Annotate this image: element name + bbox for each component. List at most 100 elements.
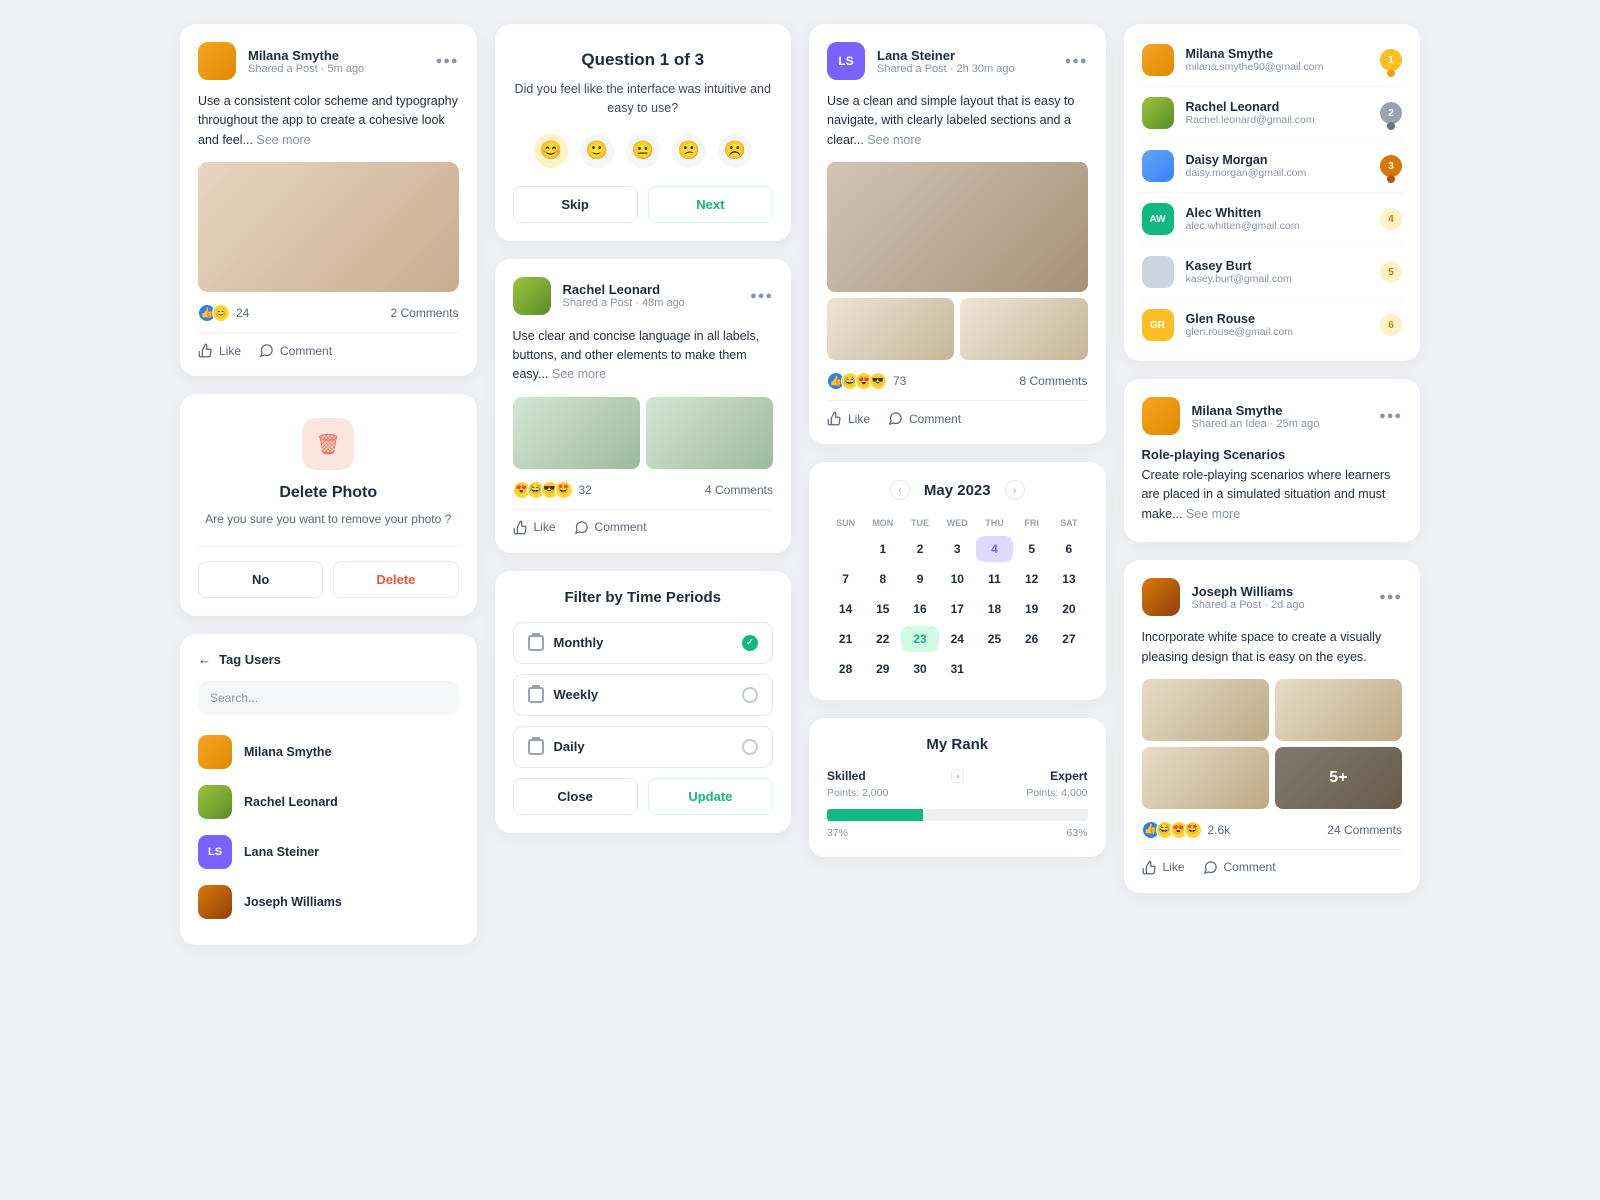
update-button[interactable]: Update [648, 778, 773, 815]
leaderboard-row[interactable]: Milana Smythemilana.smythe90@gmail.com 1 [1142, 34, 1403, 87]
calendar-day[interactable]: 16 [901, 596, 938, 622]
calendar-day[interactable]: 2 [901, 536, 938, 562]
user-row[interactable]: LSLana Steiner [198, 827, 459, 877]
reactions[interactable]: 😍😂😎🤩32 [513, 481, 592, 499]
calendar-day[interactable]: 3 [939, 536, 976, 562]
no-button[interactable]: No [198, 561, 323, 598]
calendar-day[interactable]: 21 [827, 626, 864, 652]
comment-count[interactable]: 8 Comments [1019, 374, 1087, 388]
post-image[interactable] [1142, 747, 1269, 809]
emoji-neutral[interactable]: 😐 [626, 134, 660, 168]
calendar-day[interactable]: 22 [864, 626, 901, 652]
back-icon[interactable]: ← [198, 652, 211, 667]
post-image[interactable] [513, 397, 640, 469]
calendar-day[interactable]: 4 [976, 536, 1013, 562]
leaderboard-row[interactable]: AW Alec Whittenalec.whitten@gmail.com 4 [1142, 193, 1403, 246]
leaderboard-row[interactable]: GR Glen Rouseglen.rouse@gmail.com 6 [1142, 299, 1403, 351]
calendar-day[interactable]: 7 [827, 566, 864, 592]
see-more[interactable]: See more [256, 133, 310, 147]
calendar-day[interactable]: 5 [1013, 536, 1050, 562]
leaderboard-row[interactable]: Rachel LeonardRachel.leonard@gmail.com 2 [1142, 87, 1403, 140]
calendar-day[interactable]: 27 [1050, 626, 1087, 652]
comment-button[interactable]: Comment [259, 343, 332, 358]
calendar-day[interactable]: 31 [939, 656, 976, 682]
post-image[interactable] [827, 162, 1088, 292]
calendar-day[interactable]: 9 [901, 566, 938, 592]
reactions[interactable]: 👍😂😍🤩2.6k [1142, 821, 1231, 839]
calendar-day[interactable]: 29 [864, 656, 901, 682]
leaderboard-row[interactable]: Daisy Morgandaisy.morgan@gmail.com 3 [1142, 140, 1403, 193]
more-icon[interactable]: ●●● [1379, 410, 1402, 422]
comment-button[interactable]: Comment [574, 520, 647, 535]
more-icon[interactable]: ●●● [1065, 55, 1088, 67]
calendar-day[interactable]: 15 [864, 596, 901, 622]
post-image[interactable] [827, 298, 954, 360]
calendar-day[interactable]: 6 [1050, 536, 1087, 562]
post-image[interactable] [646, 397, 773, 469]
avatar[interactable]: LS [827, 42, 865, 80]
see-more[interactable]: See more [867, 133, 921, 147]
see-more[interactable]: See more [1186, 507, 1240, 521]
avatar[interactable] [1142, 578, 1180, 616]
avatar[interactable] [198, 42, 236, 80]
skip-button[interactable]: Skip [513, 186, 638, 223]
calendar-day[interactable]: 17 [939, 596, 976, 622]
emoji-happy[interactable]: 😊 [534, 134, 568, 168]
leaderboard-row[interactable]: Kasey Burtkasey.burt@gmail.com 5 [1142, 246, 1403, 299]
more-icon[interactable]: ●●● [750, 290, 773, 302]
filter-weekly[interactable]: Weekly [513, 674, 774, 716]
like-button[interactable]: Like [198, 343, 241, 358]
comment-button[interactable]: Comment [1203, 860, 1276, 875]
post-image[interactable] [960, 298, 1087, 360]
emoji-sad[interactable]: ☹️ [718, 134, 752, 168]
like-button[interactable]: Like [827, 411, 870, 426]
post-image-more[interactable]: 5+ [1275, 747, 1402, 809]
calendar-day[interactable]: 12 [1013, 566, 1050, 592]
calendar-day[interactable]: 20 [1050, 596, 1087, 622]
post-image[interactable] [1142, 679, 1269, 741]
filter-monthly[interactable]: Monthly✓ [513, 622, 774, 664]
comment-count[interactable]: 24 Comments [1327, 823, 1402, 837]
user-row[interactable]: Rachel Leonard [198, 777, 459, 827]
calendar-day[interactable]: 8 [864, 566, 901, 592]
next-month-icon[interactable]: › [1005, 480, 1025, 500]
calendar-day[interactable]: 14 [827, 596, 864, 622]
calendar-day[interactable]: 18 [976, 596, 1013, 622]
see-more[interactable]: See more [552, 367, 606, 381]
calendar-day[interactable]: 11 [976, 566, 1013, 592]
comment-button[interactable]: Comment [888, 411, 961, 426]
reactions[interactable]: 👍😊24 [198, 304, 249, 322]
comment-count[interactable]: 4 Comments [705, 483, 773, 497]
lb-email: glen.rouse@gmail.com [1186, 326, 1369, 338]
prev-month-icon[interactable]: ‹ [890, 480, 910, 500]
avatar[interactable] [1142, 397, 1180, 435]
search-input[interactable]: Search... [198, 681, 459, 715]
calendar-day[interactable]: 10 [939, 566, 976, 592]
more-icon[interactable]: ●●● [436, 55, 459, 67]
post-image[interactable] [198, 162, 459, 292]
like-button[interactable]: Like [1142, 860, 1185, 875]
calendar-day[interactable]: 23 [901, 626, 938, 652]
calendar-day[interactable]: 1 [864, 536, 901, 562]
calendar-day[interactable]: 13 [1050, 566, 1087, 592]
calendar-day[interactable]: 26 [1013, 626, 1050, 652]
next-button[interactable]: Next [648, 186, 773, 223]
user-row[interactable]: Milana Smythe [198, 727, 459, 777]
filter-daily[interactable]: Daily [513, 726, 774, 768]
close-button[interactable]: Close [513, 778, 638, 815]
emoji-smile[interactable]: 🙂 [580, 134, 614, 168]
calendar-day[interactable]: 19 [1013, 596, 1050, 622]
emoji-meh[interactable]: 😕 [672, 134, 706, 168]
delete-button[interactable]: Delete [333, 561, 458, 598]
calendar-day[interactable]: 28 [827, 656, 864, 682]
avatar[interactable] [513, 277, 551, 315]
reactions[interactable]: 👍😂😍😎73 [827, 372, 906, 390]
calendar-day[interactable]: 25 [976, 626, 1013, 652]
calendar-day[interactable]: 24 [939, 626, 976, 652]
user-row[interactable]: Joseph Williams [198, 877, 459, 927]
comment-count[interactable]: 2 Comments [390, 306, 458, 320]
calendar-day[interactable]: 30 [901, 656, 938, 682]
like-button[interactable]: Like [513, 520, 556, 535]
post-image[interactable] [1275, 679, 1402, 741]
more-icon[interactable]: ●●● [1379, 591, 1402, 603]
